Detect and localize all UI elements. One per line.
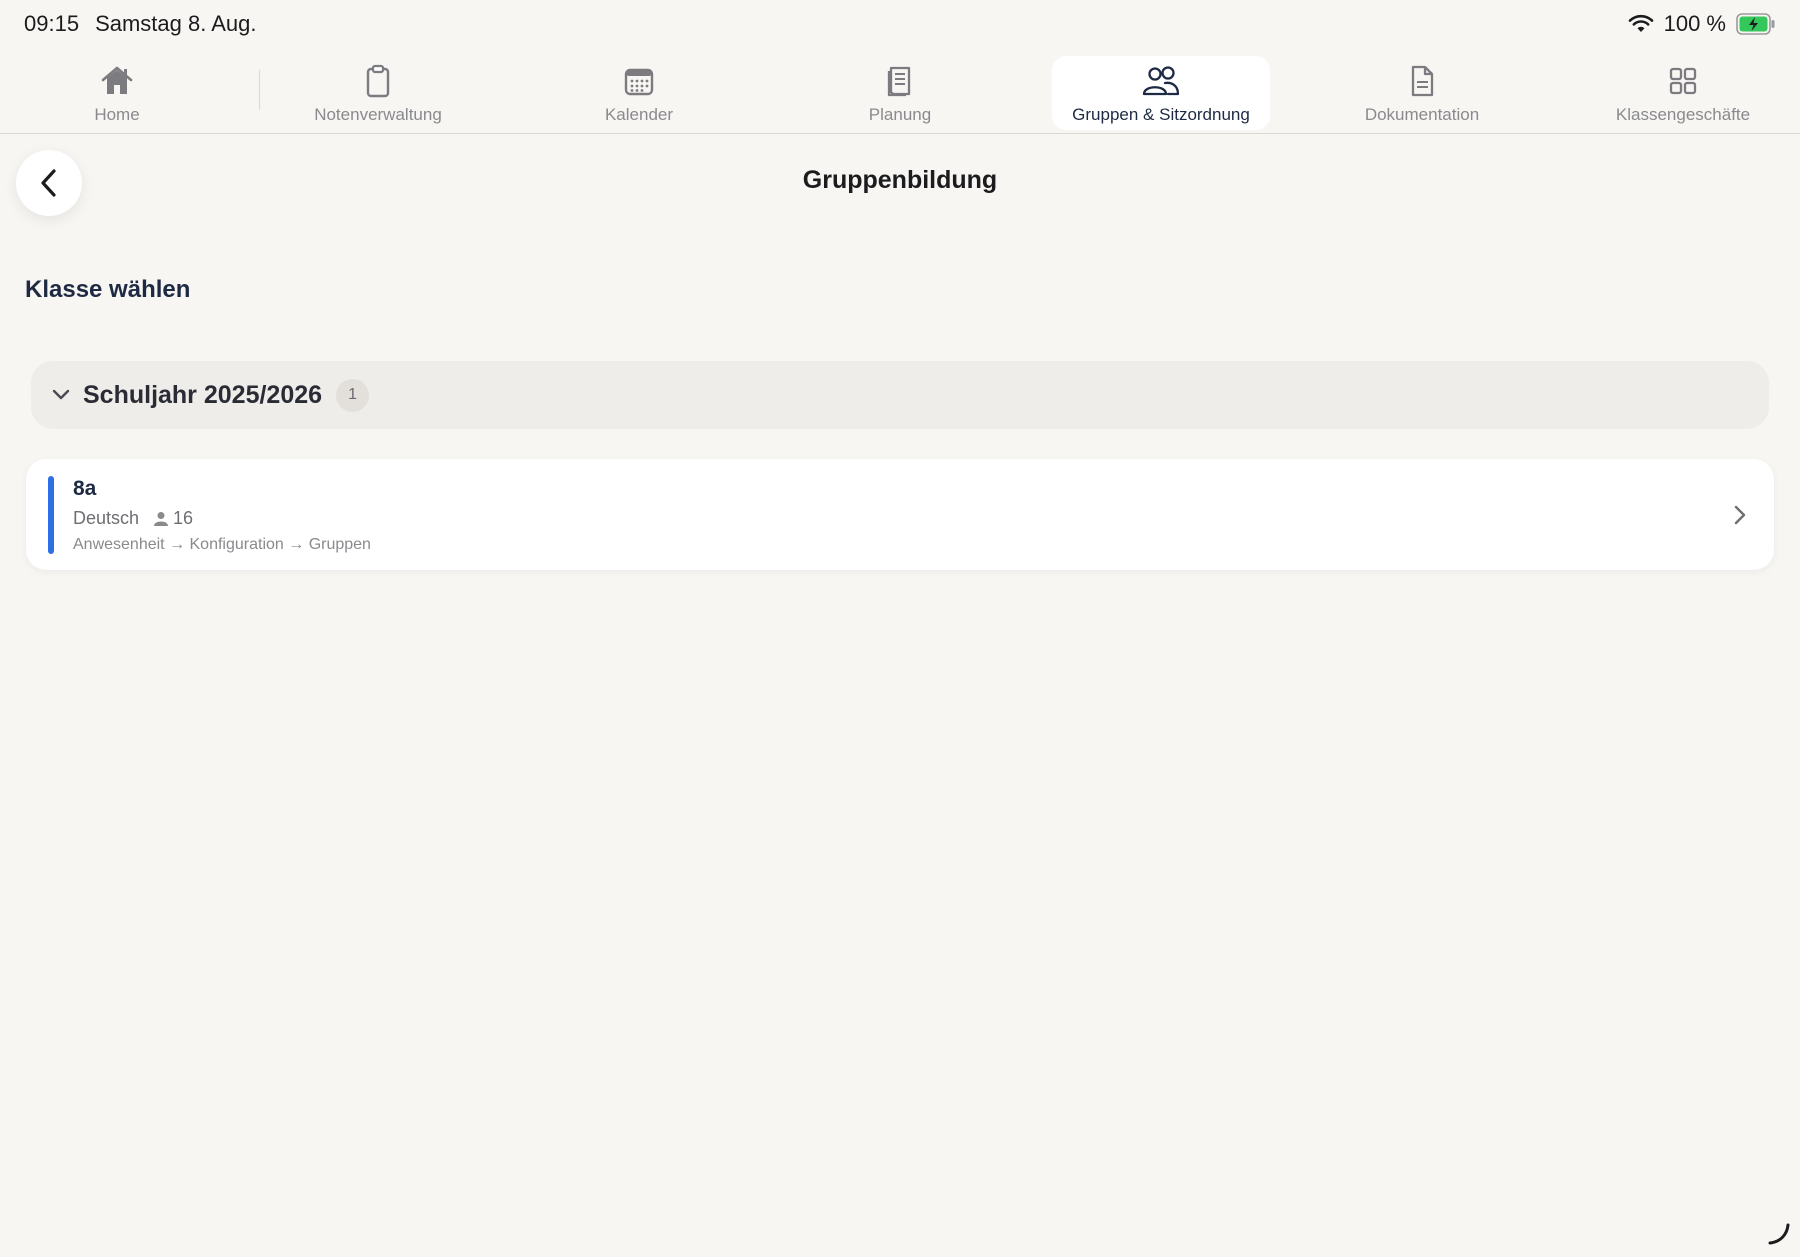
page-title: Gruppenbildung [802,166,998,194]
tab-label: Klassengeschäfte [1615,105,1751,124]
battery-icon [1736,13,1776,35]
tab-klassengeschaefte[interactable]: Klassengeschäfte [1574,56,1792,130]
wifi-icon [1628,14,1653,32]
home-icon [101,66,133,94]
tab-label: Notenverwaltung [314,105,442,124]
person-icon [154,511,169,526]
status-time: 09:15 [24,11,80,36]
tab-label: Kalender [604,105,674,124]
class-color-bar [48,476,54,554]
tab-label: Dokumentation [1364,105,1480,124]
grid-icon [1669,67,1697,95]
chevron-down-icon [52,389,70,400]
status-right: 100 % [1628,11,1776,37]
school-year-group-toggle[interactable]: Schuljahr 2025/2026 1 [31,361,1769,429]
class-count-badge: 1 [336,378,370,412]
student-count: 16 [153,508,193,529]
section-heading: Klasse wählen [25,276,191,303]
class-name: 8a [73,477,97,500]
tab-bar: Home Notenverwaltung Kalender Planung Gr… [0,48,1800,134]
tab-planung[interactable]: Planung [791,56,1009,130]
tab-gruppen-sitzordnung[interactable]: Gruppen & Sitzordnung [1052,56,1270,130]
status-left: 09:15 Samstag 8. Aug. [24,11,257,37]
student-count-value: 16 [173,508,194,528]
workflow-path: Anwesenheit → Konfiguration → Gruppen [73,536,371,553]
tab-label: Home [94,105,140,124]
corner-indicator-icon [1768,1223,1790,1245]
class-meta: Deutsch 16 [73,508,193,529]
battery-percent: 100 % [1663,11,1726,36]
clipboard-icon [366,64,390,98]
tab-home[interactable]: Home [8,56,226,130]
document-icon [1411,65,1434,97]
tab-divider [259,70,260,110]
class-card-8a[interactable]: 8a Deutsch 16 Anwesenheit → Konfiguratio… [26,459,1774,570]
class-subject: Deutsch [73,508,140,528]
chevron-right-icon [1734,505,1746,525]
notebook-icon [887,66,911,97]
tab-dokumentation[interactable]: Dokumentation [1313,56,1531,130]
status-bar: 09:15 Samstag 8. Aug. 100 % [0,0,1800,48]
tab-label: Planung [868,105,932,124]
status-date: Samstag 8. Aug. [95,11,257,36]
tab-notenverwaltung[interactable]: Notenverwaltung [269,56,487,130]
people-icon [1142,66,1180,96]
tab-kalender[interactable]: Kalender [530,56,748,130]
school-year-label: Schuljahr 2025/2026 [83,380,323,409]
calendar-icon [624,68,654,96]
tab-label: Gruppen & Sitzordnung [1072,105,1250,124]
